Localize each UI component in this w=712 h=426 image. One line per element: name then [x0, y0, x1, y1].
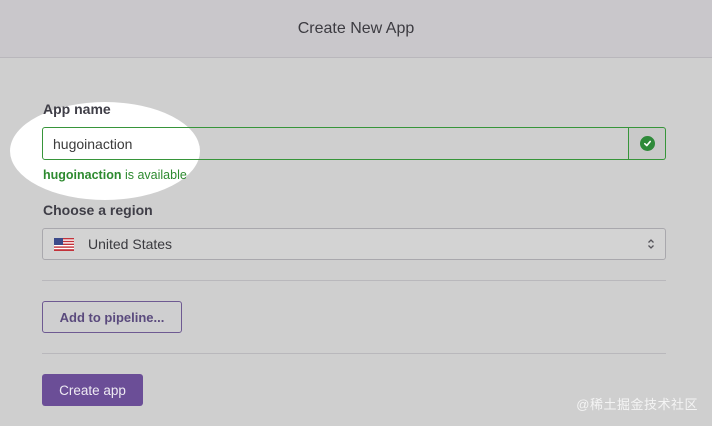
availability-app-name: hugoinaction — [43, 168, 122, 182]
app-name-input[interactable] — [42, 127, 630, 160]
create-app-button[interactable]: Create app — [42, 374, 143, 406]
region-select-value: United States — [88, 236, 173, 252]
watermark: @稀土掘金技术社区 — [576, 397, 698, 412]
validation-addon — [629, 127, 666, 160]
app-name-label: App name — [43, 101, 111, 117]
select-caret-icon — [648, 239, 654, 249]
add-to-pipeline-button[interactable]: Add to pipeline... — [42, 301, 182, 333]
section-divider — [42, 280, 666, 281]
page-header: Create New App — [0, 0, 712, 58]
check-icon — [639, 136, 655, 151]
section-divider — [42, 353, 666, 354]
page-title: Create New App — [297, 19, 415, 37]
region-label: Choose a region — [43, 202, 153, 218]
availability-message: hugoinaction is available — [43, 168, 187, 182]
availability-text: is available — [124, 168, 187, 182]
region-select[interactable]: United States — [42, 228, 666, 260]
app-name-input-group — [42, 127, 666, 160]
us-flag-icon — [54, 237, 74, 251]
